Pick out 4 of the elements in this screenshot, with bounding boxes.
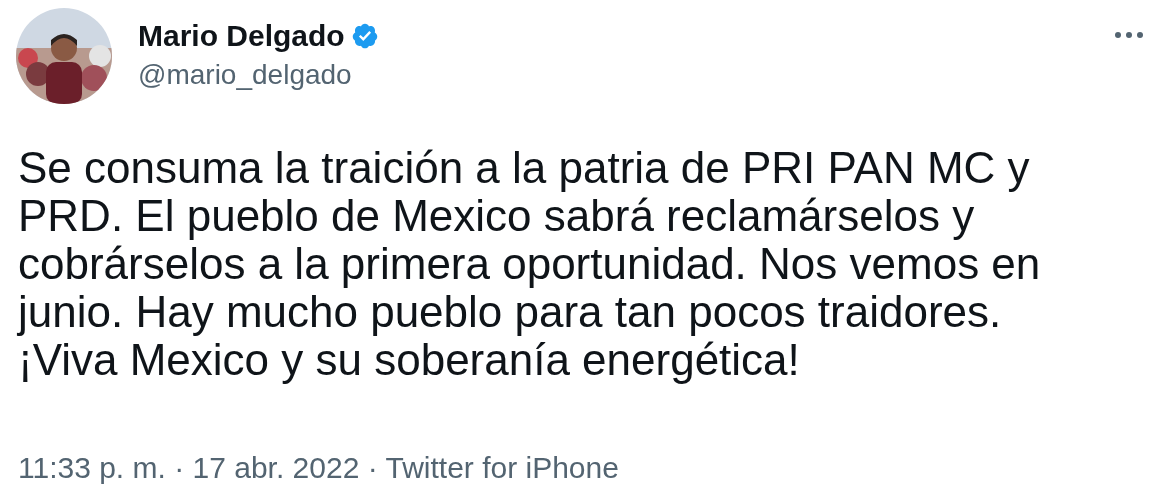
author-handle[interactable]: @mario_delgado (138, 57, 379, 93)
tweet-text: Se consuma la traición a la patria de PRI PAN MC y PRD. El pueblo de Mexico sabrá reclamárselos y cobrárselos a la primera oportunidad. Nos vemos en junio. Hay mucho pueblo para tan pocos traidores. ¡Viva Mexico y su soberanía energética! (18, 144, 1042, 384)
author-name[interactable]: Mario Delgado (138, 18, 345, 54)
tweet-timestamp: 11:33 p. m. · 17 abr. 2022 · Twitter for iPhone (18, 450, 619, 486)
